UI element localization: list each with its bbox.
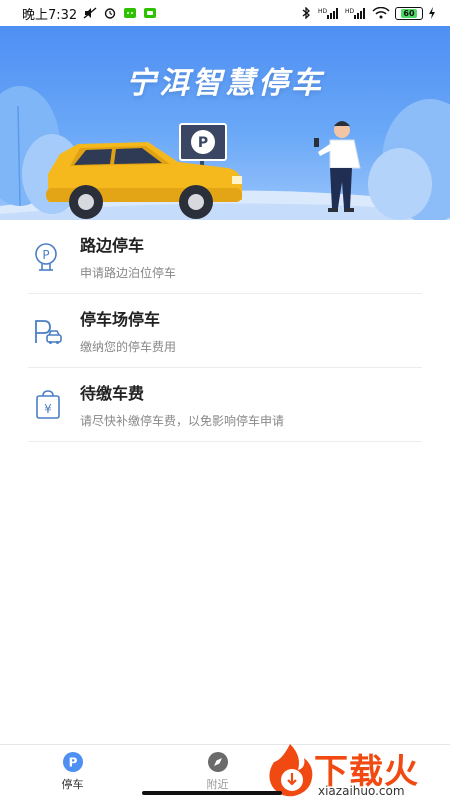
wechat-notification-icon bbox=[124, 8, 137, 18]
menu-title: 路边停车 bbox=[80, 236, 145, 255]
parking-lot-icon bbox=[35, 319, 62, 344]
battery-icon: 60 bbox=[395, 6, 423, 20]
watermark: 下载火 xiazaihuo.com bbox=[262, 740, 450, 800]
svg-text:HD: HD bbox=[345, 8, 355, 15]
menu-subtitle: 缴纳您的停车费用 bbox=[80, 340, 177, 354]
charging-icon bbox=[429, 7, 435, 19]
alarm-icon bbox=[105, 8, 116, 19]
tab-label: 停车 bbox=[61, 778, 84, 791]
hero-banner: P 宁洱智慧停车 bbox=[0, 26, 450, 220]
menu-text-parking-lot: 停车场停车 缴纳您的停车费用 bbox=[80, 306, 176, 355]
menu-title: 待缴车费 bbox=[80, 384, 145, 403]
parking-p-icon: P bbox=[62, 752, 83, 772]
mute-icon bbox=[83, 7, 97, 19]
status-left: 晚上7:32 bbox=[22, 4, 157, 23]
status-right: HD HD 60 bbox=[299, 6, 436, 20]
menu-item-roadside-parking[interactable]: P 路边停车 申请路边泊位停车 bbox=[28, 220, 422, 294]
banner-illustration: P bbox=[0, 86, 450, 220]
menu-title: 停车场停车 bbox=[80, 310, 161, 329]
svg-text:HD: HD bbox=[318, 8, 328, 15]
menu-subtitle: 申请路边泊位停车 bbox=[80, 266, 177, 280]
banner-title: 宁洱智慧停车 bbox=[126, 66, 324, 101]
watermark-domain: xiazaihuo.com bbox=[318, 784, 405, 798]
menu-text-pending-fee: 待缴车费 请尽快补缴停车费，以免影响停车申请 bbox=[80, 380, 284, 429]
menu-subtitle: 请尽快补缴停车费，以免影响停车申请 bbox=[80, 414, 285, 428]
pending-fee-icon: ¥ bbox=[36, 389, 60, 419]
message-notification-icon bbox=[144, 8, 157, 18]
svg-text:¥: ¥ bbox=[44, 402, 52, 416]
status-bar: 晚上7:32 HD HD 60 bbox=[0, 0, 450, 26]
signal-icon-2: HD bbox=[345, 8, 365, 19]
tab-label: 附近 bbox=[206, 778, 229, 791]
tab-parking[interactable]: P 停车 bbox=[0, 745, 145, 800]
service-menu: P 路边停车 申请路边泊位停车 停车场停车 缴纳您的停车费用 ¥ 待缴车费 请尽… bbox=[0, 220, 450, 442]
home-indicator[interactable] bbox=[142, 791, 282, 795]
svg-text:P: P bbox=[68, 756, 77, 770]
menu-text-roadside: 路边停车 申请路边泊位停车 bbox=[80, 232, 176, 281]
bluetooth-icon bbox=[302, 7, 310, 19]
right-tree-illustration bbox=[368, 99, 450, 220]
signal-icon: HD bbox=[318, 8, 338, 19]
wifi-icon bbox=[372, 7, 390, 19]
compass-icon bbox=[207, 752, 228, 772]
battery-level: 60 bbox=[401, 8, 417, 18]
roadside-parking-icon: P bbox=[35, 242, 57, 271]
menu-item-pending-fee[interactable]: ¥ 待缴车费 请尽快补缴停车费，以免影响停车申请 bbox=[28, 368, 422, 442]
menu-item-parking-lot[interactable]: 停车场停车 缴纳您的停车费用 bbox=[28, 294, 422, 368]
svg-text:P: P bbox=[42, 248, 49, 262]
svg-text:P: P bbox=[198, 135, 208, 151]
status-time: 晚上7:32 bbox=[22, 7, 78, 23]
